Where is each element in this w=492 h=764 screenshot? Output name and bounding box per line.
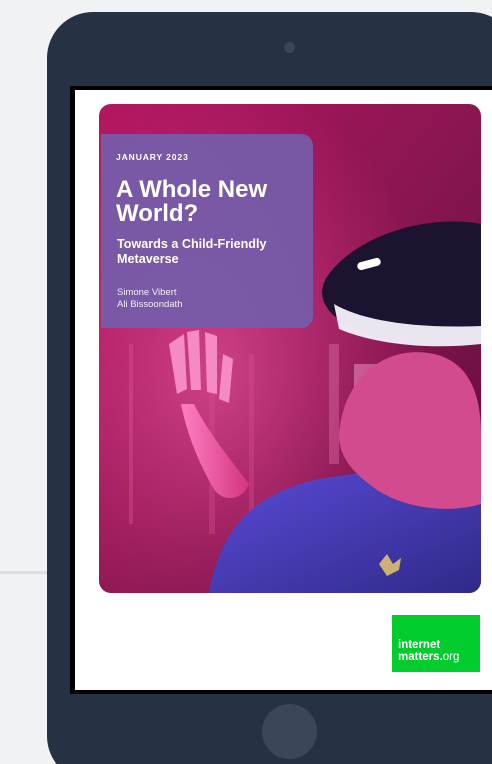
logo-line-1: internet — [398, 639, 441, 651]
title-card: JANUARY 2023 A Whole New World? Towards … — [101, 134, 313, 328]
report-title: A Whole New World? — [116, 176, 268, 227]
camera-icon — [284, 42, 295, 53]
author-name: Simone Vibert — [117, 287, 177, 298]
stage: JANUARY 2023 A Whole New World? Towards … — [0, 0, 492, 764]
report-date: JANUARY 2023 — [116, 152, 189, 162]
home-button-icon[interactable] — [262, 704, 317, 759]
logo-suffix: org — [442, 651, 460, 663]
report-authors: Simone Vibert Ali Bissoondath — [117, 287, 182, 311]
logo-line-2: matters.org — [398, 651, 459, 663]
logo-word: matters — [398, 651, 440, 663]
internet-matters-logo[interactable]: internet matters.org — [392, 615, 480, 672]
author-name: Ali Bissoondath — [117, 299, 183, 310]
report-subtitle: Towards a Child-Friendly Metaverse — [117, 237, 267, 266]
